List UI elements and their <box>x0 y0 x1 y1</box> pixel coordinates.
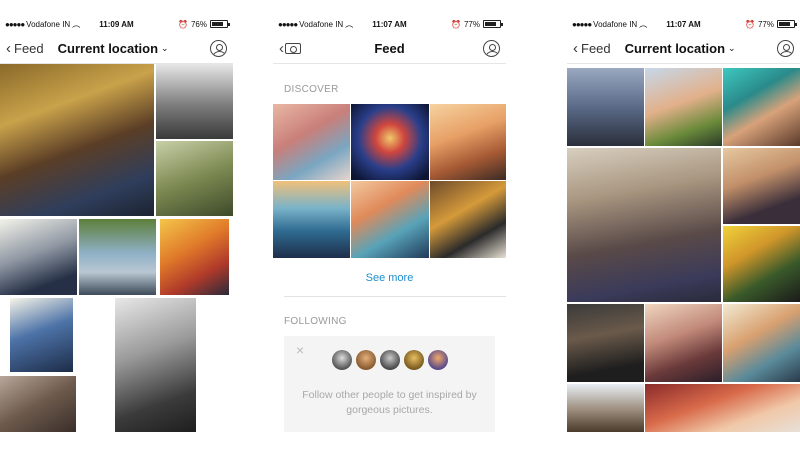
back-label: Feed <box>581 41 611 56</box>
photo-tile[interactable] <box>645 384 800 432</box>
follow-suggestion-card: × Follow other people to get inspired by… <box>284 336 495 432</box>
photo-tile[interactable] <box>645 304 722 382</box>
status-bar: ●●●●● Vodafone IN ︵ 11:07 AM ⏰ 77% <box>273 14 506 34</box>
photo-tile[interactable] <box>0 64 154 216</box>
wifi-icon: ︵ <box>345 19 354 29</box>
back-button[interactable]: ‹ Feed <box>573 41 611 56</box>
photo-tile[interactable] <box>723 68 800 146</box>
photo-tile[interactable] <box>567 148 721 302</box>
carrier-name: Vodafone IN <box>26 19 71 29</box>
photo-tile[interactable] <box>723 226 800 302</box>
navigation-bar: ‹ Feed <box>273 34 506 64</box>
user-icon[interactable] <box>210 40 227 57</box>
status-right: ⏰ 77% <box>451 19 503 29</box>
status-bar: ●●●●● Vodafone IN ︵ 11:09 AM ⏰ 76% <box>0 14 233 34</box>
photo-tile[interactable] <box>645 68 722 146</box>
navigation-bar: ‹ Feed Current location ⌄ <box>0 34 233 64</box>
photo-tile[interactable] <box>273 104 350 180</box>
photo-tile[interactable] <box>160 219 229 295</box>
page-title: Feed <box>374 41 405 56</box>
photo-tile[interactable] <box>10 298 73 372</box>
divider <box>284 296 506 297</box>
battery-icon <box>777 20 797 28</box>
page-title: Current location <box>57 41 159 56</box>
photo-tile[interactable] <box>723 148 800 224</box>
photo-tile[interactable] <box>351 104 429 180</box>
photo-tile[interactable] <box>567 68 644 146</box>
battery-percent: 76% <box>190 19 207 29</box>
battery-percent: 77% <box>463 19 480 29</box>
location-dropdown[interactable]: Current location ⌄ <box>58 41 169 56</box>
battery-icon <box>210 20 230 28</box>
photo-tile[interactable] <box>430 104 506 180</box>
photo-tile[interactable] <box>567 384 644 432</box>
chevron-down-icon: ⌄ <box>728 43 736 53</box>
navigation-bar: ‹ Feed Current location ⌄ <box>567 34 800 64</box>
photo-tile[interactable] <box>115 298 196 432</box>
photo-tile[interactable] <box>567 304 644 382</box>
photo-grid <box>567 64 800 432</box>
photo-tile[interactable] <box>430 181 506 258</box>
photo-tile[interactable] <box>723 304 800 382</box>
status-right: ⏰ 77% <box>745 19 797 29</box>
wifi-icon: ︵ <box>639 19 648 29</box>
status-right: ⏰ 76% <box>178 19 230 29</box>
battery-percent: 77% <box>757 19 774 29</box>
chevron-left-icon: ‹ <box>573 40 578 57</box>
photo-tile[interactable] <box>156 64 233 139</box>
signal-icon: ●●●●● <box>278 19 298 29</box>
carrier-group: ●●●●● Vodafone IN ︵ <box>572 19 647 30</box>
screen-current-location-1: ●●●●● Vodafone IN ︵ 11:09 AM ⏰ 76% ‹ Fee… <box>0 14 233 432</box>
see-more-link[interactable]: See more <box>273 272 506 284</box>
signal-icon: ●●●●● <box>572 19 592 29</box>
avatar[interactable] <box>427 350 448 370</box>
carrier-group: ●●●●● Vodafone IN ︵ <box>5 19 80 30</box>
location-dropdown[interactable]: Current location ⌄ <box>625 41 736 56</box>
photo-tile[interactable] <box>156 141 233 216</box>
photo-tile[interactable] <box>273 181 350 258</box>
avatar[interactable] <box>379 350 400 370</box>
page-title: Current location <box>624 41 726 56</box>
user-icon[interactable] <box>483 40 500 57</box>
chevron-left-icon: ‹ <box>6 40 11 57</box>
battery-icon <box>483 20 503 28</box>
alarm-icon: ⏰ <box>745 19 755 29</box>
carrier-group: ●●●●● Vodafone IN ︵ <box>278 19 353 30</box>
alarm-icon: ⏰ <box>451 19 461 29</box>
discover-label: DISCOVER <box>284 84 339 95</box>
avatar[interactable] <box>331 350 352 370</box>
follow-prompt-text: Follow other people to get inspired by g… <box>302 389 477 416</box>
back-label: Feed <box>14 41 44 56</box>
photo-tile[interactable] <box>0 219 77 295</box>
photo-tile[interactable] <box>0 376 76 432</box>
wifi-icon: ︵ <box>72 19 81 29</box>
following-label: FOLLOWING <box>284 316 347 327</box>
screen-feed: ●●●●● Vodafone IN ︵ 11:07 AM ⏰ 77% ‹ Fee… <box>273 14 506 432</box>
back-button[interactable]: ‹ Feed <box>6 41 44 56</box>
suggested-users <box>284 350 495 370</box>
photo-grid <box>0 64 233 432</box>
chevron-down-icon: ⌄ <box>161 43 169 53</box>
photo-tile[interactable] <box>351 181 429 258</box>
alarm-icon: ⏰ <box>178 19 188 29</box>
avatar[interactable] <box>403 350 424 370</box>
photo-tile[interactable] <box>79 219 156 295</box>
status-bar: ●●●●● Vodafone IN ︵ 11:07 AM ⏰ 77% <box>567 14 800 34</box>
carrier-name: Vodafone IN <box>299 19 344 29</box>
carrier-name: Vodafone IN <box>593 19 638 29</box>
user-icon[interactable] <box>777 40 794 57</box>
screen-current-location-2: ●●●●● Vodafone IN ︵ 11:07 AM ⏰ 77% ‹ Fee… <box>567 14 800 432</box>
avatar[interactable] <box>355 350 376 370</box>
signal-icon: ●●●●● <box>5 19 25 29</box>
